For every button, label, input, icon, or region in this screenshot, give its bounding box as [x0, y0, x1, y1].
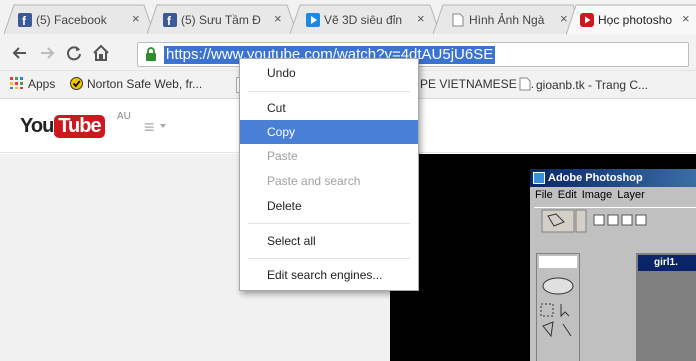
- tab-title: Học photosho: [598, 13, 673, 27]
- menu-item-paste-and-search[interactable]: Paste and search: [240, 169, 418, 193]
- arrow-left-icon: [12, 47, 26, 59]
- photoshop-title: Adobe Photoshop: [548, 172, 643, 184]
- menu-item-cut[interactable]: Cut: [240, 96, 418, 120]
- menu-item-undo[interactable]: Undo: [240, 61, 418, 85]
- menu-item-delete[interactable]: Delete: [240, 194, 418, 218]
- tab-facebook[interactable]: f (5) Facebook ×: [4, 4, 154, 34]
- logo-text-tube: Tube: [54, 115, 105, 138]
- tab-hinh-anh[interactable]: Hình Ảnh Ngà ×: [433, 4, 583, 34]
- reload-icon: [67, 46, 81, 61]
- svg-text:f: f: [167, 14, 172, 27]
- photoshop-document-window: girl1.: [636, 253, 696, 361]
- back-button[interactable]: [11, 44, 29, 67]
- photoshop-menu-bar: File Edit Image Layer: [530, 189, 696, 204]
- page-icon: [519, 77, 531, 91]
- facebook-icon: f: [18, 13, 32, 28]
- bookmark-apps[interactable]: Apps: [10, 77, 55, 91]
- menu-item-paste[interactable]: Paste: [240, 144, 418, 168]
- page-icon: [451, 13, 465, 27]
- chevron-down-icon: [160, 124, 166, 128]
- lock-icon: [144, 46, 158, 67]
- play-icon: [306, 13, 320, 27]
- tab-title: Vẽ 3D siêu đỉn: [324, 13, 403, 27]
- menu-item-select-all[interactable]: Select all: [240, 229, 418, 253]
- guide-menu-icon[interactable]: ≡: [144, 117, 155, 138]
- arrow-right-icon: [41, 47, 55, 59]
- ps-menu-layer: Layer: [617, 189, 645, 201]
- forward-button[interactable]: [38, 44, 56, 67]
- menu-separator: [248, 223, 410, 224]
- video-photoshop-window: Adobe Photoshop File Edit Image Layer gi…: [530, 169, 696, 361]
- ps-menu-file: File: [535, 189, 553, 201]
- photoshop-options-bar: [534, 207, 696, 235]
- photoshop-doc-title: girl1.: [638, 255, 696, 271]
- tab-title: (5) Sưu Tầm Đ: [181, 13, 261, 27]
- tab-title: Hình Ảnh Ngà: [469, 13, 545, 27]
- bookmark-pe-vietnamese[interactable]: PE VIETNAMESE -...: [420, 77, 534, 91]
- menu-item-edit-search-engines[interactable]: Edit search engines...: [240, 263, 418, 287]
- photoshop-options-icons: [541, 209, 647, 233]
- bookmark-label: Apps: [28, 77, 56, 91]
- photoshop-toolbox: [536, 253, 580, 361]
- tab-close-button[interactable]: ×: [132, 11, 140, 26]
- bookmark-label: Norton Safe Web, fr...: [87, 77, 203, 91]
- bookmark-label: PE VIETNAMESE -...: [420, 77, 535, 91]
- svg-text:f: f: [22, 14, 27, 27]
- context-menu: Undo Cut Copy Paste Paste and search Del…: [239, 58, 419, 291]
- home-icon: [93, 44, 109, 61]
- tab-ve-3d[interactable]: Vẽ 3D siêu đỉn ×: [290, 4, 440, 34]
- facebook-icon: f: [163, 13, 177, 28]
- youtube-icon: [580, 13, 594, 27]
- logo-text-you: You: [20, 115, 54, 137]
- menu-item-copy[interactable]: Copy: [240, 120, 418, 144]
- reload-button[interactable]: [65, 44, 83, 67]
- tab-close-button[interactable]: ×: [274, 11, 282, 26]
- ps-menu-edit: Edit: [557, 189, 577, 201]
- youtube-logo[interactable]: You Tube: [20, 115, 105, 139]
- ps-menu-image: Image: [581, 189, 613, 201]
- norton-check-icon: [70, 77, 83, 90]
- menu-separator: [248, 258, 410, 259]
- tab-close-button[interactable]: ×: [417, 11, 425, 26]
- bookmark-label: gioanb.tk - Trang C...: [536, 78, 649, 92]
- tab-close-button[interactable]: ×: [682, 11, 690, 26]
- tab-hoc-photoshop[interactable]: Học photosho ×: [566, 4, 696, 35]
- photoshop-title-bar: Adobe Photoshop: [530, 169, 696, 187]
- photoshop-tools-icons: [539, 256, 577, 338]
- home-button[interactable]: [92, 44, 110, 67]
- menu-separator: [248, 91, 410, 92]
- bookmark-gioanb[interactable]: gioanb.tk - Trang C...: [519, 77, 648, 92]
- apps-grid-icon: [10, 77, 23, 89]
- browser-window: f (5) Facebook × f (5) Sưu Tầm Đ × Vẽ 3D…: [0, 0, 696, 361]
- tab-title: (5) Facebook: [36, 13, 107, 27]
- bookmark-norton[interactable]: Norton Safe Web, fr...: [70, 77, 202, 91]
- region-label: AU: [117, 111, 131, 122]
- photoshop-eye-icon: [533, 172, 545, 184]
- tab-strip: f (5) Facebook × f (5) Sưu Tầm Đ × Vẽ 3D…: [0, 0, 696, 38]
- tab-suu-tam[interactable]: f (5) Sưu Tầm Đ ×: [147, 4, 297, 34]
